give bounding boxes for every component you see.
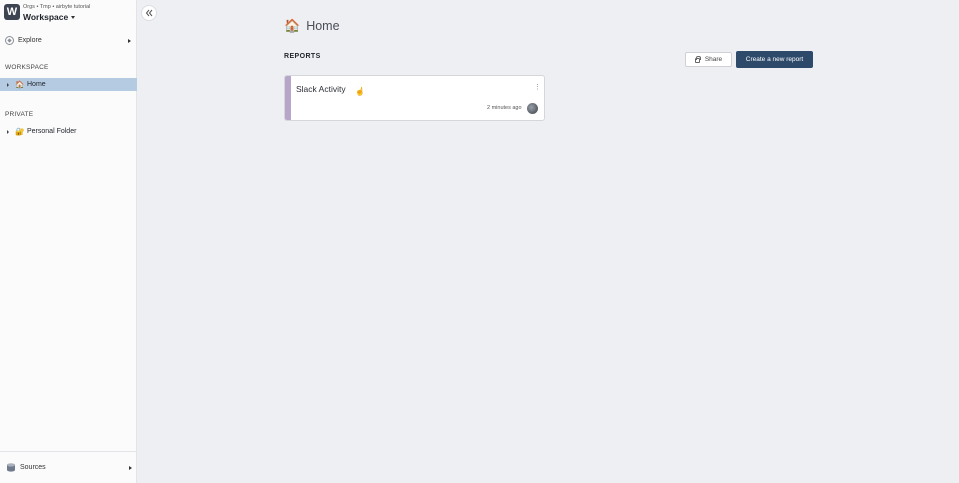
workspace-logo: W bbox=[4, 4, 20, 20]
avatar bbox=[527, 103, 538, 114]
sidebar-item-personal-folder[interactable]: 🔐 Personal Folder bbox=[0, 125, 137, 138]
sidebar-item-explore[interactable]: Explore bbox=[5, 35, 131, 46]
collapse-sidebar-button[interactable] bbox=[141, 5, 157, 21]
sidebar-item-home[interactable]: 🏠 Home bbox=[0, 78, 137, 91]
expand-arrow-icon[interactable] bbox=[7, 129, 9, 134]
share-label: Share bbox=[704, 56, 723, 63]
sidebar-item-label: Personal Folder bbox=[27, 128, 77, 135]
page-title: Home bbox=[306, 19, 340, 33]
workspace-name-row[interactable]: Workspace bbox=[23, 12, 90, 22]
chevron-down-icon bbox=[71, 15, 76, 19]
lock-key-icon: 🔐 bbox=[15, 127, 25, 136]
house-icon: 🏠 bbox=[15, 80, 25, 89]
create-report-button[interactable]: Create a new report bbox=[736, 51, 813, 68]
share-button[interactable]: Share bbox=[685, 52, 732, 67]
page-header: 🏠 Home bbox=[284, 18, 340, 34]
reports-heading: REPORTS bbox=[284, 53, 321, 60]
section-private-label: PRIVATE bbox=[5, 111, 34, 118]
sidebar-footer: Sources bbox=[0, 451, 137, 483]
org-info: Orgs • Tmp • airbyte tutorial Workspace bbox=[23, 4, 90, 22]
org-path: Orgs • Tmp • airbyte tutorial bbox=[23, 4, 91, 10]
workspace-name: Workspace bbox=[23, 12, 69, 22]
more-options-icon[interactable]: ⋮ bbox=[534, 84, 541, 91]
chevron-right-icon bbox=[129, 465, 132, 470]
explore-label: Explore bbox=[18, 37, 42, 44]
report-timestamp: 2 minutes ago bbox=[487, 105, 522, 111]
expand-arrow-icon[interactable] bbox=[7, 82, 9, 87]
double-chevron-left-icon bbox=[145, 9, 153, 17]
sidebar-item-sources[interactable]: Sources bbox=[6, 462, 132, 473]
sidebar-item-label: Home bbox=[27, 81, 46, 88]
section-workspace-label: WORKSPACE bbox=[5, 64, 49, 71]
sources-label: Sources bbox=[20, 464, 46, 471]
report-title[interactable]: Slack Activity bbox=[296, 84, 346, 94]
sidebar: W Orgs • Tmp • airbyte tutorial Workspac… bbox=[0, 0, 137, 483]
workspace-switcher[interactable]: W Orgs • Tmp • airbyte tutorial Workspac… bbox=[4, 4, 90, 22]
card-color-stripe bbox=[285, 76, 291, 120]
hand-cursor-icon: ☝ bbox=[355, 87, 365, 96]
database-icon bbox=[7, 463, 15, 472]
compass-icon bbox=[5, 36, 14, 45]
house-icon: 🏠 bbox=[284, 18, 301, 33]
chevron-right-icon bbox=[128, 38, 131, 43]
report-card[interactable]: Slack Activity ☝ ⋮ 2 minutes ago bbox=[284, 75, 545, 121]
lock-icon bbox=[694, 56, 701, 63]
